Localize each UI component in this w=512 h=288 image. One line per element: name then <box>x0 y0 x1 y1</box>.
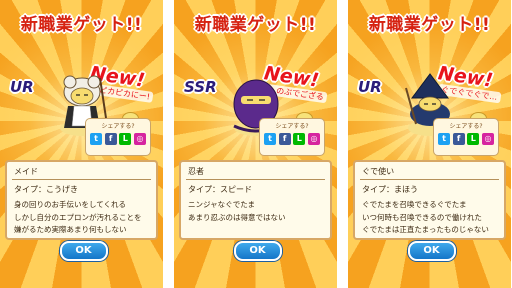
description-line: 嫌がるため実際あまり何もしない <box>14 225 127 234</box>
job-description: 身の回りのお手伝いをしてくれる しかし自分のエプロンが汚れることを 嫌がるため実… <box>14 199 151 237</box>
job-name: ぐで使い <box>362 167 395 176</box>
ok-button[interactable]: OK <box>407 241 456 261</box>
job-result-screen-maid: 新職業ゲット!! UR New! ピカピカにー! シェアする? t f L ◎ … <box>0 0 163 288</box>
page-title: 新職業ゲット!! <box>194 15 317 35</box>
instagram-icon[interactable]: ◎ <box>133 133 146 145</box>
job-description: ニンジャなぐでたま あまり忍ぶのは得意ではない <box>188 199 325 224</box>
facebook-icon[interactable]: f <box>104 133 117 145</box>
rank-badge: UR <box>358 78 382 96</box>
share-label: シェアする? <box>101 123 135 130</box>
job-info-card: 忍者 タイプ：スピード ニンジャなぐでたま あまり忍ぶのは得意ではない <box>179 160 332 240</box>
job-info-card: メイド タイプ：こうげき 身の回りのお手伝いをしてくれる しかし自分のエプロンが… <box>5 160 158 240</box>
rank-badge: SSR <box>184 78 217 96</box>
instagram-icon[interactable]: ◎ <box>481 133 494 145</box>
facebook-icon[interactable]: f <box>452 133 465 145</box>
job-type: タイプ：スピード <box>188 185 252 194</box>
page-title: 新職業ゲット!! <box>20 15 143 35</box>
share-label: シェアする? <box>449 123 483 130</box>
divider <box>12 179 151 180</box>
job-type: タイプ：まほう <box>362 185 418 194</box>
page-title: 新職業ゲット!! <box>368 15 491 35</box>
description-line: 身の回りのお手伝いをしてくれる <box>14 200 127 209</box>
description-line: あまり忍ぶのは得意ではない <box>188 212 286 222</box>
ok-button[interactable]: OK <box>59 241 108 261</box>
facebook-icon[interactable]: f <box>278 133 291 145</box>
twitter-icon[interactable]: t <box>438 133 450 145</box>
share-box: シェアする? t f L ◎ <box>433 118 499 156</box>
job-result-screen-ninja: 新職業ゲット!! SSR New! しのぶでござる シェアする? t f L ◎… <box>174 0 337 288</box>
description-line: しかし自分のエプロンが汚れることを <box>14 212 142 222</box>
ok-button[interactable]: OK <box>233 241 282 261</box>
twitter-icon[interactable]: t <box>90 133 102 145</box>
share-box: シェアする? t f L ◎ <box>259 118 325 156</box>
job-type: タイプ：こうげき <box>14 185 78 194</box>
divider <box>360 179 499 180</box>
job-info-card: ぐで使い タイプ：まほう ぐでたまを召喚できるぐでたま いつ何時も召喚できるので… <box>353 160 506 240</box>
description-line: ぐでたまを召喚できるぐでたま <box>362 200 467 209</box>
description-line: ニンジャなぐでたま <box>188 200 255 209</box>
job-name: メイド <box>14 167 38 176</box>
job-description: ぐでたまを召喚できるぐでたま いつ何時も召喚できるので働けれた ぐでたまは正直た… <box>362 199 499 237</box>
description-line: いつ何時も召喚できるので働けれた <box>362 212 482 222</box>
line-icon[interactable]: L <box>467 133 480 145</box>
line-icon[interactable]: L <box>119 133 132 145</box>
divider <box>186 179 325 180</box>
line-icon[interactable]: L <box>293 133 306 145</box>
description-line: ぐでたまは正直たまったものじゃない <box>362 225 489 234</box>
rank-badge: UR <box>10 78 34 96</box>
instagram-icon[interactable]: ◎ <box>307 133 320 145</box>
share-label: シェアする? <box>275 123 309 130</box>
twitter-icon[interactable]: t <box>264 133 276 145</box>
job-result-screen-gude-user: 新職業ゲット!! UR New! ぐでぐでぐで… シェアする? t f L ◎ … <box>348 0 511 288</box>
share-box: シェアする? t f L ◎ <box>85 118 151 156</box>
job-name: 忍者 <box>188 167 204 176</box>
